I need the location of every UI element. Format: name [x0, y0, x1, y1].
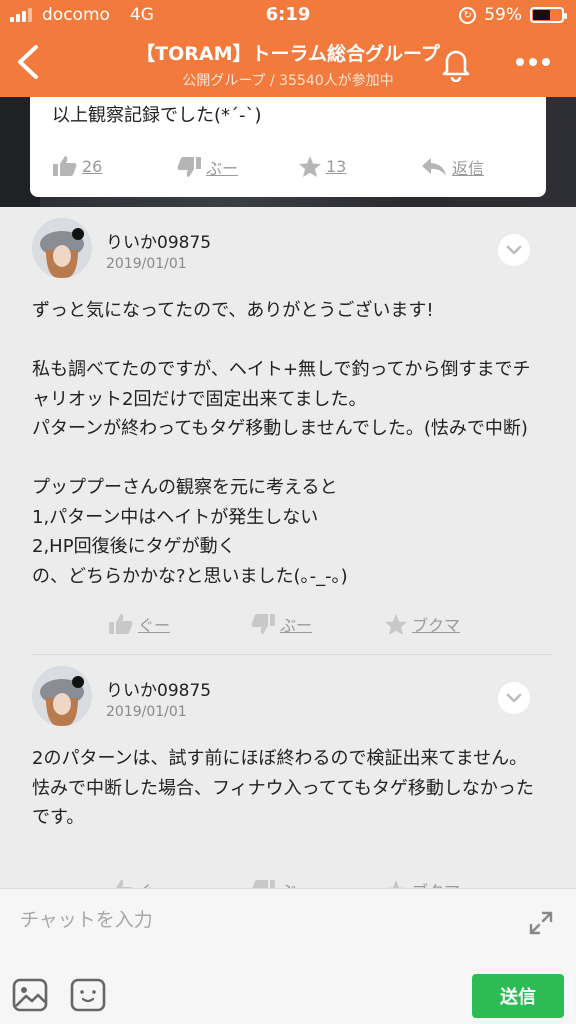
post-body: 2のパターンは、試す前にほぼ終わるので検証出来てません。 怯みで中断した場合、フ… — [32, 748, 534, 828]
post-divider — [32, 654, 552, 655]
star-button[interactable]: 13 — [298, 155, 346, 178]
top-bar: docomo 4G 6:19 ↻ 59% 【TORAM】トーラム総合グループ 公… — [0, 0, 576, 97]
good-button[interactable]: ぐー — [108, 612, 170, 636]
send-button[interactable]: 送信 — [472, 974, 564, 1018]
rotation-lock-icon: ↻ — [459, 6, 477, 24]
emoji-icon — [70, 978, 106, 1012]
back-icon — [18, 45, 38, 79]
thumbs-up-icon — [53, 156, 77, 176]
image-icon — [12, 978, 48, 1012]
boo-label: ぶー — [280, 616, 313, 635]
more-icon — [516, 58, 524, 66]
bookmark-button[interactable]: ブクマ — [384, 612, 460, 636]
star-icon — [299, 156, 321, 177]
chevron-down-icon — [506, 245, 522, 255]
reply-label: 返信 — [452, 159, 485, 178]
status-bar: docomo 4G 6:19 ↻ 59% — [0, 0, 576, 30]
author-name[interactable]: りいか09875 — [106, 228, 211, 253]
star-count: 13 — [326, 157, 347, 176]
reply-icon — [422, 158, 446, 176]
star-icon — [385, 613, 407, 635]
post-menu-button[interactable] — [498, 682, 530, 714]
bookmark-label: ブクマ — [412, 616, 461, 635]
battery-icon — [530, 7, 567, 23]
chat-input[interactable]: チャットを入力 — [20, 905, 153, 932]
post-date: 2019/01/01 — [106, 704, 187, 720]
status-right: ↻ 59% — [459, 5, 567, 25]
thumbs-down-icon — [251, 614, 275, 634]
expand-icon — [529, 911, 553, 935]
good-label: ぐー — [138, 616, 171, 635]
image-button[interactable] — [12, 978, 48, 1016]
notification-button[interactable] — [438, 44, 474, 83]
like-count: 26 — [82, 156, 103, 176]
like-button[interactable]: 26 — [52, 155, 102, 177]
back-button[interactable] — [14, 44, 42, 80]
boo-button[interactable]: ぶー — [250, 612, 312, 636]
expand-button[interactable] — [528, 910, 554, 940]
comment-text: 以上観察記録でした(*´-`) — [52, 105, 262, 126]
thumbs-down-icon — [177, 157, 201, 177]
comment-card: 以上観察記録でした(*´-`) 26 ぶー 13 返信 — [30, 97, 546, 197]
more-button[interactable] — [516, 58, 550, 66]
reply-button[interactable]: 返信 — [420, 155, 484, 179]
post-date: 2019/01/01 — [106, 256, 187, 272]
thumbs-up-icon — [109, 614, 133, 634]
post-body: ずっと気になってたので、ありがとうございます! 私も調べてたのですが、ヘイト+無… — [32, 300, 531, 587]
battery-percent: 59% — [484, 5, 522, 25]
post-menu-button[interactable] — [498, 234, 530, 266]
author-name[interactable]: りいか09875 — [106, 676, 211, 701]
bell-icon — [442, 50, 470, 83]
boo-label: ぶー — [206, 159, 239, 178]
emoji-button[interactable] — [70, 978, 106, 1016]
avatar[interactable] — [32, 218, 92, 278]
avatar[interactable] — [32, 666, 92, 726]
boo-button[interactable]: ぶー — [176, 155, 238, 179]
chevron-down-icon — [506, 693, 522, 703]
